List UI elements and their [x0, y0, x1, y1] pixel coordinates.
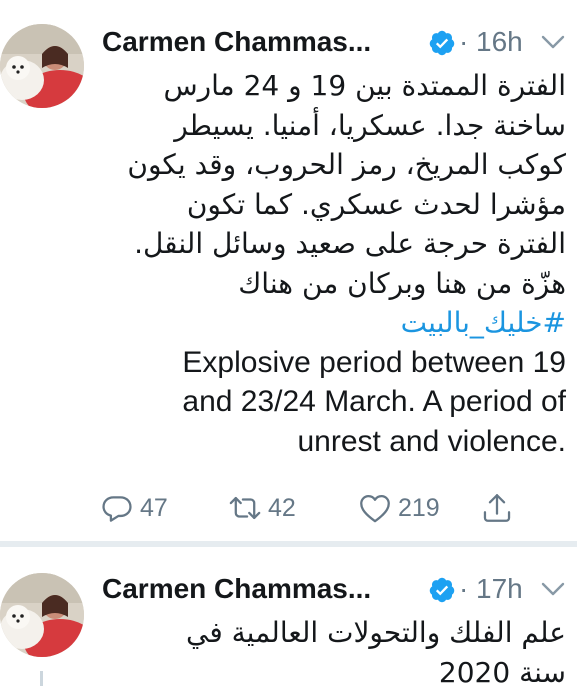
- avatar[interactable]: [0, 24, 84, 108]
- share-button[interactable]: [480, 488, 514, 528]
- heart-icon: [360, 494, 390, 523]
- avatar[interactable]: [0, 573, 84, 657]
- verified-badge-icon: [429, 30, 455, 56]
- author-name[interactable]: Carmen Chammas...: [102, 22, 371, 62]
- tweet-text-line: سنة 2020: [438, 655, 566, 686]
- verified-badge-icon: [429, 577, 455, 603]
- reply-count: 47: [140, 493, 168, 522]
- thread-line: [40, 671, 43, 686]
- avatar-image: [0, 573, 84, 657]
- tweet-text-line: علم الفلك والتحولات العالمية في: [186, 616, 566, 649]
- chevron-down-icon[interactable]: [540, 579, 566, 599]
- retweet-button[interactable]: 42: [228, 488, 296, 528]
- reply-button[interactable]: 47: [100, 488, 168, 528]
- like-button[interactable]: 219: [358, 488, 440, 528]
- separator-dot: ·: [459, 573, 469, 604]
- like-count: 219: [398, 493, 440, 522]
- tweet-text-line: مؤشرا لحدث عسكري. كما تكون: [186, 187, 566, 221]
- retweet-icon: [229, 496, 261, 520]
- hashtag-link[interactable]: #خليك_بالبيت: [102, 303, 566, 343]
- tweet[interactable]: Carmen Chammas... · 17h علم الفلك والتحو…: [0, 547, 577, 686]
- tweet-text-line: هزّة من هنا وبركان من هناك: [238, 266, 566, 300]
- tweet-header: Carmen Chammas... · 16h: [102, 22, 572, 62]
- tweet-text-line: .unrest and violence: [297, 424, 566, 458]
- separator-dot: ·: [459, 26, 469, 57]
- tweet-text: علم الفلك والتحولات العالمية في سنة 2020: [102, 613, 566, 686]
- retweet-count: 42: [268, 493, 296, 522]
- tweet[interactable]: Carmen Chammas... · 16h الفترة الممتدة ب…: [0, 0, 577, 541]
- tweet-header: Carmen Chammas... · 17h: [102, 569, 572, 609]
- reply-icon: [102, 496, 132, 522]
- tweet-actions: 47 42 219: [100, 488, 570, 528]
- tweet-text-line: كوكب المريخ، رمز الحروب، وقد يكون: [127, 148, 566, 181]
- tweet-text-line: الفترة الممتدة بين 19 و 24 مارس: [163, 69, 566, 102]
- tweet-text-line: ساخنة جدا. عسكريا، أمنيا. يسيطر: [174, 108, 566, 142]
- timestamp[interactable]: 16h: [476, 22, 523, 62]
- avatar-image: [0, 24, 84, 108]
- tweet-text-line: Explosive period between 19: [182, 345, 566, 379]
- share-icon: [483, 494, 511, 522]
- chevron-down-icon[interactable]: [540, 32, 566, 52]
- tweet-text-line: and 23/24 March. A period of: [182, 385, 566, 418]
- author-name[interactable]: Carmen Chammas...: [102, 569, 371, 609]
- tweet-text: الفترة الممتدة بين 19 و 24 مارس ساخنة جد…: [102, 66, 566, 461]
- tweet-text-line: الفترة حرجة على صعيد وسائل النقل.: [134, 227, 566, 260]
- timestamp[interactable]: 17h: [476, 569, 523, 609]
